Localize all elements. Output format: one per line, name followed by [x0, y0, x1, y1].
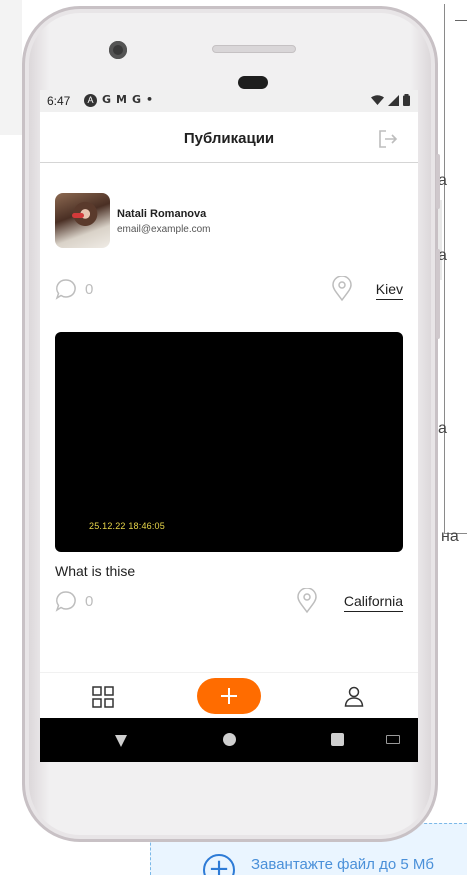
location-link[interactable]: Kiev [375, 281, 403, 300]
location-icon [297, 588, 317, 614]
system-icons [371, 94, 410, 106]
post-title: What is thise [55, 563, 136, 579]
home-icon[interactable] [223, 733, 236, 746]
editor-text-fragment: на [441, 528, 459, 545]
user-email: email@example.com [117, 224, 211, 235]
user-profile: Natali Romanova email@example.com [55, 193, 405, 249]
location-link[interactable]: California [343, 593, 403, 612]
editor-panel-left [0, 0, 22, 135]
wifi-icon [371, 94, 384, 105]
status-time: 6:47 [47, 94, 71, 108]
comment-icon[interactable] [55, 278, 77, 300]
upload-label: Завантажте файл до 5 Мб [251, 856, 434, 873]
proximity-sensor [238, 76, 268, 89]
notification-icons: A G M G • [84, 93, 153, 107]
photo-timestamp: 25.12.22 18:46:05 [89, 521, 165, 531]
front-camera [109, 41, 127, 59]
post-meta: 0 California [55, 588, 405, 618]
power-button [436, 154, 440, 209]
more-notifications-icon: • [146, 93, 154, 106]
gmail-notification-icon: M [116, 93, 127, 106]
comment-icon[interactable] [55, 590, 77, 612]
post-meta: 0 Kiev [55, 276, 405, 306]
comment-count: 0 [85, 281, 94, 298]
phone-screen: 6:47 A G M G • Публикации Natali Romanov… [40, 90, 418, 762]
comment-count: 0 [85, 593, 94, 610]
status-bar: 6:47 A G M G • [40, 90, 418, 112]
user-name: Natali Romanova [117, 208, 207, 220]
location-icon [332, 276, 352, 302]
grid-icon[interactable] [92, 686, 114, 708]
plus-circle-icon[interactable]: + [203, 854, 235, 875]
signal-icon [388, 94, 399, 106]
logout-icon[interactable] [376, 127, 400, 151]
stage: { "background": { "letters": ["а", "а", … [0, 0, 467, 875]
android-navigation-bar [40, 718, 418, 762]
editor-panel-right [444, 4, 467, 534]
google-notification-icon: G [131, 93, 142, 106]
back-icon[interactable] [113, 733, 129, 749]
app-header: Публикации [40, 112, 418, 163]
post-image[interactable]: 25.12.22 18:46:05 [55, 332, 403, 552]
add-post-button[interactable] [197, 678, 261, 714]
volume-button [436, 249, 440, 339]
avatar-glasses [72, 213, 84, 218]
keyboard-icon[interactable] [386, 735, 400, 744]
profile-icon[interactable] [343, 685, 365, 707]
add-icon [221, 688, 237, 704]
editor-text-fragment: а [438, 420, 447, 437]
earpiece-speaker [212, 45, 296, 53]
battery-icon [403, 94, 410, 106]
a-notification-icon: A [84, 93, 97, 107]
avatar [55, 193, 110, 248]
editor-dash [455, 20, 467, 21]
google-notification-icon: G [102, 93, 112, 106]
bottom-navigation [40, 672, 418, 718]
recent-apps-icon[interactable] [331, 733, 344, 746]
page-title: Публикации [183, 130, 275, 147]
